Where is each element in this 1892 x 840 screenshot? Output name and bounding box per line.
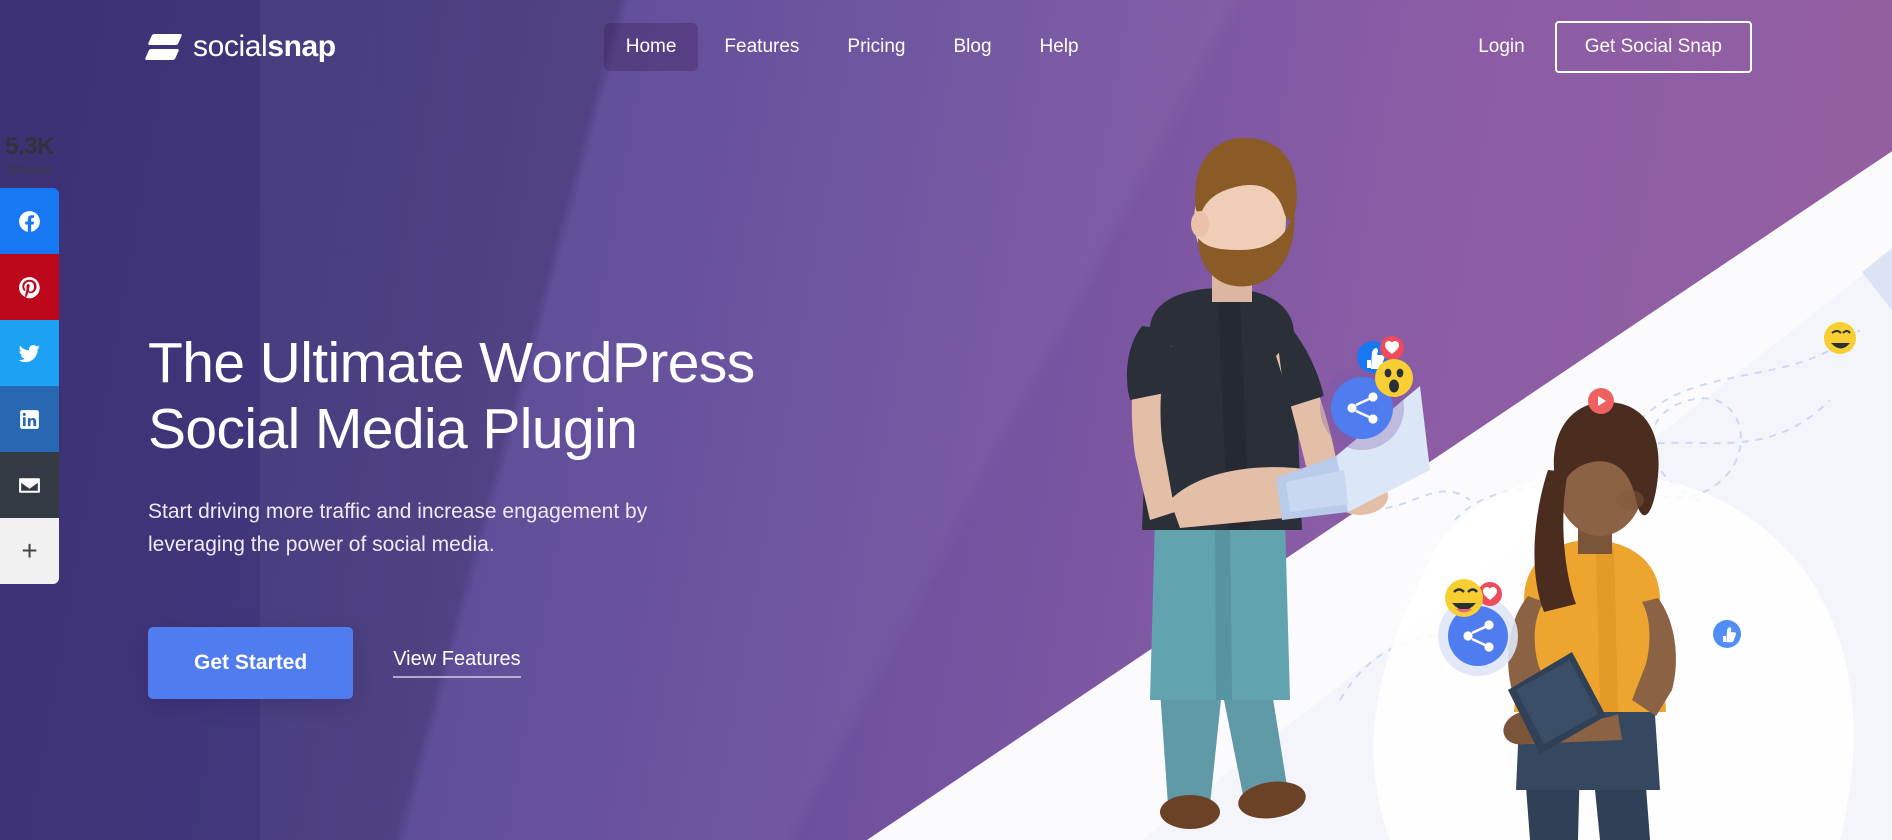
- share-count: 5.3K Shares: [0, 133, 59, 177]
- nav-item-help[interactable]: Help: [1018, 23, 1101, 71]
- hero-subtitle: Start driving more traffic and increase …: [148, 496, 788, 561]
- facebook-icon: [19, 210, 40, 232]
- stacked-layers-icon: [144, 30, 183, 64]
- plus-icon: +: [21, 535, 38, 566]
- primary-navigation: Home Features Pricing Blog Help: [603, 23, 1101, 71]
- hero-cta-row: Get Started View Features: [148, 627, 968, 700]
- twitter-icon: [18, 344, 40, 362]
- nav-item-home[interactable]: Home: [603, 23, 699, 71]
- site-header: socialsnap Home Features Pricing Blog He…: [0, 0, 1892, 94]
- share-button-twitter[interactable]: [0, 320, 59, 386]
- nav-item-blog[interactable]: Blog: [931, 23, 1013, 71]
- subtitle-line-2: leveraging the power of social media.: [148, 532, 495, 556]
- login-link[interactable]: Login: [1478, 36, 1525, 58]
- headline-line-1: The Ultimate WordPress: [148, 331, 755, 395]
- headline-line-2: Social Media Plugin: [148, 397, 638, 462]
- page-title: The Ultimate WordPress Social Media Plug…: [148, 330, 968, 462]
- get-social-snap-button[interactable]: Get Social Snap: [1554, 21, 1752, 73]
- header-actions: Login Get Social Snap: [1478, 21, 1752, 73]
- hero-content: The Ultimate WordPress Social Media Plug…: [148, 330, 968, 700]
- logo-text-bold: snap: [267, 30, 336, 63]
- share-button-pinterest[interactable]: [0, 254, 59, 320]
- logo[interactable]: socialsnap: [144, 30, 336, 64]
- share-button-email[interactable]: [0, 452, 59, 518]
- share-button-linkedin[interactable]: [0, 386, 59, 452]
- email-icon: [19, 477, 40, 493]
- nav-item-features[interactable]: Features: [702, 23, 821, 71]
- logo-text-light: social: [193, 30, 268, 63]
- reaction-cluster-man: [1320, 336, 1413, 450]
- nav-item-pricing[interactable]: Pricing: [825, 23, 927, 71]
- share-button-facebook[interactable]: [0, 188, 59, 254]
- share-count-label: Shares: [7, 161, 52, 177]
- hero-section: socialsnap Home Features Pricing Blog He…: [0, 0, 1892, 840]
- pinterest-icon: [19, 276, 40, 298]
- social-share-sidebar: 5.3K Shares +: [0, 135, 59, 584]
- share-button-more[interactable]: +: [0, 518, 59, 584]
- subtitle-line-1: Start driving more traffic and increase …: [148, 500, 648, 524]
- logo-text: socialsnap: [193, 30, 336, 64]
- view-features-link[interactable]: View Features: [393, 648, 521, 679]
- linkedin-icon: [20, 409, 39, 429]
- get-started-button[interactable]: Get Started: [148, 627, 354, 700]
- share-count-value: 5.3K: [5, 133, 54, 160]
